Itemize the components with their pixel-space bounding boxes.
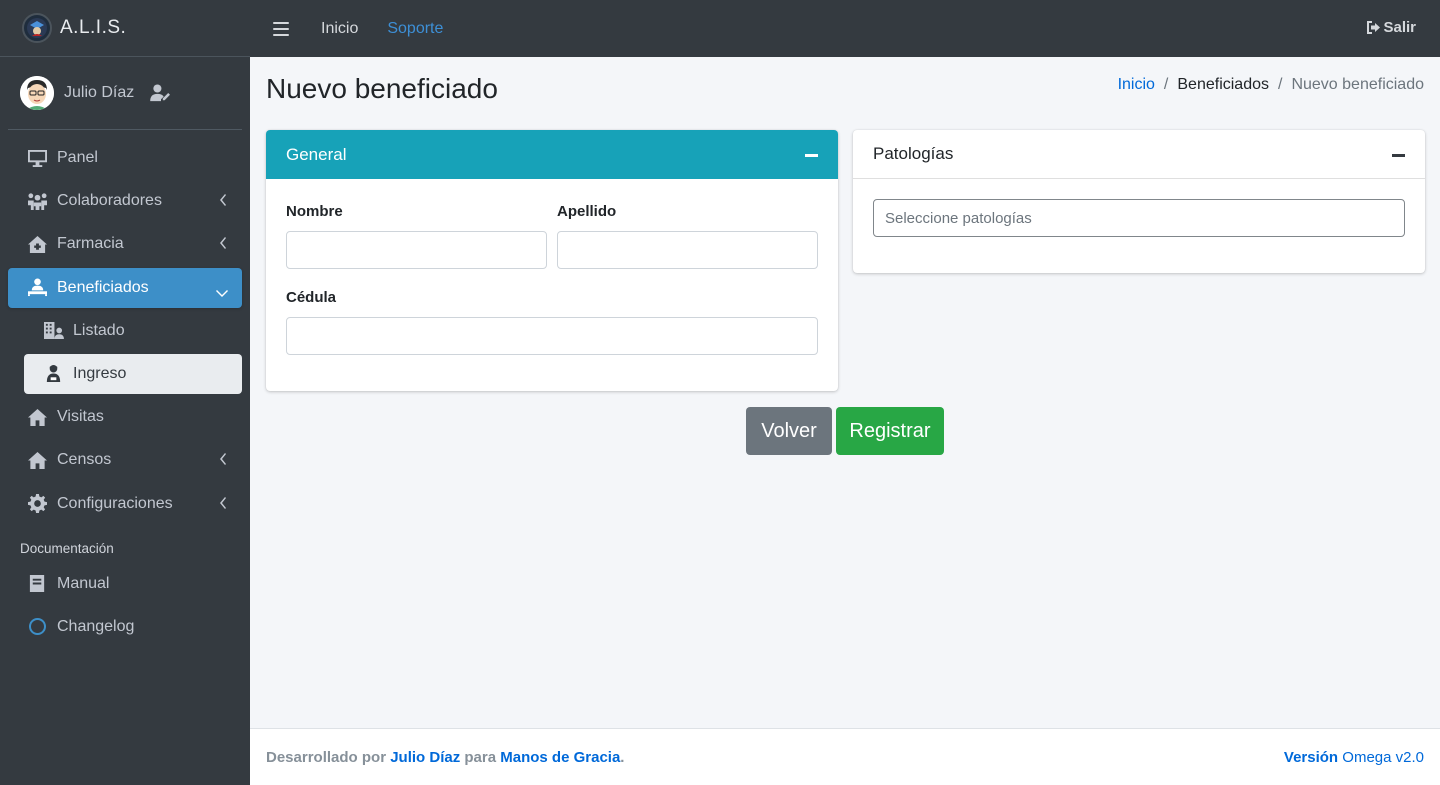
footer: Desarrollado por Julio Díaz para Manos d… xyxy=(250,728,1440,785)
top-link-soporte[interactable]: Soporte xyxy=(387,20,443,38)
sidebar-item-label: Beneficiados xyxy=(57,278,149,296)
main-content: Nuevo beneficiado Inicio / Beneficiados … xyxy=(250,57,1440,728)
sidebar-item-censos[interactable]: Censos xyxy=(8,440,242,480)
nombre-label: Nombre xyxy=(286,203,343,220)
sidebar-item-label: Ingreso xyxy=(73,364,127,382)
sidebar-item-label: Configuraciones xyxy=(57,494,173,512)
patologias-card: Patologías xyxy=(853,130,1425,273)
user-injured-icon xyxy=(42,364,64,384)
book-icon xyxy=(26,574,48,594)
collapse-minus-icon[interactable] xyxy=(805,154,818,157)
patologias-select[interactable] xyxy=(873,199,1405,237)
footer-end: . xyxy=(620,748,625,766)
sidebar: A.L.I.S. Julio Díaz Panel Colaboradores … xyxy=(0,0,250,785)
sidebar-item-label: Visitas xyxy=(57,408,104,426)
sidebar-item-label: Colaboradores xyxy=(57,192,162,210)
home-icon xyxy=(26,450,48,470)
circle-icon xyxy=(26,617,48,637)
brand[interactable]: A.L.I.S. xyxy=(0,0,250,57)
sidebar-item-manual[interactable]: Manual xyxy=(8,564,242,604)
hamburger-menu-icon[interactable] xyxy=(273,21,289,36)
chevron-left-icon xyxy=(218,496,226,510)
patologias-card-title: Patologías xyxy=(873,144,954,163)
building-user-icon xyxy=(42,321,64,341)
clinic-icon xyxy=(26,234,48,254)
person-bed-icon xyxy=(26,278,48,298)
sidebar-item-ingreso[interactable]: Ingreso xyxy=(24,353,242,394)
register-button[interactable]: Registrar xyxy=(836,407,944,455)
sidebar-item-label: Panel xyxy=(57,149,98,166)
chevron-left-icon xyxy=(218,236,226,250)
sidebar-nav: Panel Colaboradores Farmacia Beneficiado… xyxy=(0,130,250,647)
footer-middle: para xyxy=(464,748,497,766)
sidebar-item-label: Manual xyxy=(57,574,110,592)
nombre-input[interactable] xyxy=(286,231,547,269)
sidebar-item-label: Farmacia xyxy=(57,235,124,253)
apellido-input[interactable] xyxy=(557,231,818,269)
breadcrumb-separator: / xyxy=(1278,76,1283,93)
sidebar-item-configuraciones[interactable]: Configuraciones xyxy=(8,484,242,524)
general-card-title: General xyxy=(286,144,347,164)
apellido-label: Apellido xyxy=(557,203,617,220)
breadcrumb: Inicio / Beneficiados / Nuevo beneficiad… xyxy=(1118,76,1424,94)
version-label: Versión xyxy=(1283,748,1339,766)
logout-button[interactable]: Salir xyxy=(1366,19,1416,36)
top-navbar: Inicio Soporte Salir xyxy=(250,0,1440,57)
home-icon xyxy=(26,407,48,427)
version-value: Omega v2.0 xyxy=(1342,748,1424,766)
page-title: Nuevo beneficiado xyxy=(266,73,498,104)
sidebar-item-listado[interactable]: Listado xyxy=(24,311,242,351)
top-link-inicio[interactable]: Inicio xyxy=(321,20,358,38)
chevron-left-icon xyxy=(218,452,226,466)
footer-version: Versión Omega v2.0 xyxy=(1284,749,1424,766)
sign-out-icon xyxy=(1367,21,1381,34)
sidebar-item-label: Censos xyxy=(57,451,112,469)
breadcrumb-inicio[interactable]: Inicio xyxy=(1118,76,1155,94)
sidebar-item-changelog[interactable]: Changelog xyxy=(8,607,242,647)
user-edit-icon[interactable] xyxy=(150,84,172,102)
cedula-input[interactable] xyxy=(286,317,818,355)
sidebar-item-panel[interactable]: Panel xyxy=(8,138,242,178)
footer-prefix: Desarrollado por xyxy=(266,748,387,766)
sidebar-item-farmacia[interactable]: Farmacia xyxy=(8,224,242,264)
breadcrumb-current: Nuevo beneficiado xyxy=(1291,76,1424,93)
desktop-icon xyxy=(26,148,48,168)
breadcrumb-separator: / xyxy=(1163,76,1169,93)
chevron-left-icon xyxy=(218,193,226,207)
nav-section-header: Documentación xyxy=(20,540,114,556)
cedula-label: Cédula xyxy=(286,289,337,306)
logout-label: Salir xyxy=(1383,19,1416,36)
breadcrumb-beneficiados: Beneficiados xyxy=(1177,76,1269,93)
sidebar-item-label: Listado xyxy=(73,321,125,339)
gear-icon xyxy=(26,494,48,514)
general-card: General Nombre Apellido Cédula xyxy=(266,130,838,391)
footer-org-link[interactable]: Manos de Gracia xyxy=(500,749,620,766)
user-name[interactable]: Julio Díaz xyxy=(64,84,134,102)
collapse-minus-icon[interactable] xyxy=(1392,154,1405,157)
people-icon xyxy=(26,191,48,211)
general-card-header: General xyxy=(266,130,838,179)
avatar[interactable] xyxy=(20,76,54,110)
sidebar-item-label: Changelog xyxy=(57,617,135,635)
brand-logo-icon xyxy=(22,13,52,43)
back-button[interactable]: Volver xyxy=(746,407,832,455)
patologias-card-header: Patologías xyxy=(853,130,1425,179)
user-panel: Julio Díaz xyxy=(8,57,242,130)
footer-author-link[interactable]: Julio Díaz xyxy=(390,749,460,766)
beneficiados-submenu: Listado Ingreso xyxy=(8,311,242,394)
chevron-down-icon xyxy=(216,284,228,297)
brand-name: A.L.I.S. xyxy=(60,17,127,38)
sidebar-item-beneficiados[interactable]: Beneficiados xyxy=(8,267,242,308)
sidebar-item-colaboradores[interactable]: Colaboradores xyxy=(8,181,242,221)
sidebar-item-visitas[interactable]: Visitas xyxy=(8,397,242,437)
